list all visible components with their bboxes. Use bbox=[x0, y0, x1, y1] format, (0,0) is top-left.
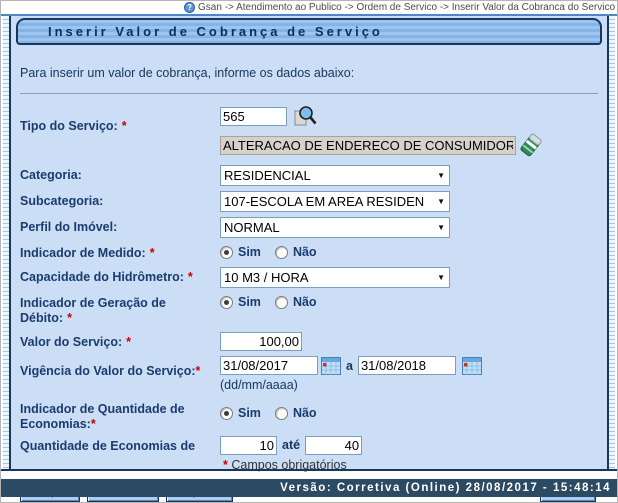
indicador-qtd-economias-sim-label: Sim bbox=[238, 406, 261, 420]
row-categoria: Categoria: RESIDENCIAL ▼ bbox=[20, 165, 602, 186]
row-qtd-economias: Quantidade de Economias de até bbox=[20, 436, 602, 455]
required-fields-note: * Campos obrigatórios bbox=[223, 458, 602, 472]
chevron-down-icon: ▼ bbox=[437, 197, 445, 206]
capacidade-hidrometro-select[interactable]: 10 M3 / HORA ▼ bbox=[220, 267, 450, 288]
qtd-economias-ate-label: até bbox=[282, 438, 300, 452]
required-asterisk: * bbox=[150, 246, 155, 260]
row-indicador-geracao-debito: Indicador de Geração de Débito:* Sim Não bbox=[20, 293, 602, 325]
vigencia-fim-input[interactable] bbox=[358, 356, 456, 375]
version-bar: Versão: Corretiva (Online) 28/08/2017 - … bbox=[1, 479, 617, 497]
indicador-medido-nao-radio[interactable] bbox=[275, 246, 288, 259]
indicador-medido-sim-label: Sim bbox=[238, 245, 261, 259]
required-fields-note-text: Campos obrigatórios bbox=[231, 458, 346, 472]
perfil-imovel-select[interactable]: NORMAL ▼ bbox=[220, 217, 450, 238]
capacidade-hidrometro-select-value: 10 M3 / HORA bbox=[224, 270, 309, 285]
required-asterisk: * bbox=[196, 364, 201, 378]
indicador-qtd-economias-nao-label: Não bbox=[293, 406, 317, 420]
vigencia-inicio-input[interactable] bbox=[220, 356, 318, 375]
breadcrumb-bar: ? Gsan -> Atendimento ao Publico -> Orde… bbox=[1, 1, 617, 14]
calendar-icon[interactable] bbox=[321, 357, 341, 375]
version-text: Versão: Corretiva (Online) 28/08/2017 - … bbox=[280, 482, 611, 494]
chevron-down-icon: ▼ bbox=[437, 273, 445, 282]
row-subcategoria: Subcategoria: 107-ESCOLA EM AREA RESIDEN… bbox=[20, 191, 602, 212]
row-tipo-servico: Tipo do Serviço: * bbox=[20, 104, 602, 158]
indicador-qtd-economias-label: Indicador de Quantidade de Economias:* bbox=[20, 399, 220, 431]
date-format-hint: (dd/mm/aaaa) bbox=[220, 378, 298, 392]
indicador-medido-label-text: Indicador de Medido: bbox=[20, 246, 146, 260]
categoria-label: Categoria: bbox=[20, 165, 220, 182]
gsan-window: ? Gsan -> Atendimento ao Publico -> Orde… bbox=[0, 0, 618, 503]
search-icon[interactable] bbox=[293, 104, 317, 128]
tipo-servico-description-field bbox=[220, 136, 516, 155]
row-valor-servico: Valor do Serviço: * bbox=[20, 332, 602, 351]
row-indicador-qtd-economias: Indicador de Quantidade de Economias:* S… bbox=[20, 399, 602, 431]
tipo-servico-label-text: Tipo do Serviço: bbox=[20, 119, 118, 133]
categoria-select-value: RESIDENCIAL bbox=[224, 168, 311, 183]
page-title-bar: Inserir Valor de Cobrança de Serviço bbox=[16, 18, 602, 45]
required-asterisk: * bbox=[126, 335, 131, 349]
eraser-icon[interactable] bbox=[519, 132, 543, 158]
left-decorative-edge bbox=[1, 16, 11, 469]
indicador-medido-sim-radio[interactable] bbox=[220, 246, 233, 259]
indicador-geracao-debito-nao-label: Não bbox=[293, 295, 317, 309]
row-indicador-medido: Indicador de Medido: * Sim Não bbox=[20, 243, 602, 260]
indicador-qtd-economias-label-text: Indicador de Quantidade de Economias: bbox=[20, 402, 185, 430]
perfil-imovel-select-value: NORMAL bbox=[224, 220, 280, 235]
date-range-separator: a bbox=[346, 359, 353, 373]
capacidade-hidrometro-label: Capacidade do Hidrômetro: * bbox=[20, 267, 220, 284]
required-asterisk: * bbox=[91, 417, 96, 431]
required-asterisk: * bbox=[188, 270, 193, 284]
chevron-down-icon: ▼ bbox=[437, 171, 445, 180]
subcategoria-select-value: 107-ESCOLA EM AREA RESIDEN bbox=[224, 194, 424, 209]
help-icon[interactable]: ? bbox=[184, 2, 195, 13]
vigencia-label-text: Vigência do Valor do Serviço: bbox=[20, 364, 196, 378]
subcategoria-label: Subcategoria: bbox=[20, 191, 220, 208]
required-asterisk: * bbox=[122, 119, 127, 133]
subcategoria-select[interactable]: 107-ESCOLA EM AREA RESIDEN ▼ bbox=[220, 191, 450, 212]
indicador-geracao-debito-label-text: Indicador de Geração de Débito: bbox=[20, 296, 166, 324]
indicador-geracao-debito-sim-radio[interactable] bbox=[220, 296, 233, 309]
page-title: Inserir Valor de Cobrança de Serviço bbox=[48, 24, 383, 39]
row-perfil-imovel: Perfil do Imóvel: NORMAL ▼ bbox=[20, 217, 602, 238]
tipo-servico-code-input[interactable] bbox=[220, 107, 287, 126]
chevron-down-icon: ▼ bbox=[437, 223, 445, 232]
tipo-servico-label: Tipo do Serviço: * bbox=[20, 104, 220, 133]
intro-text: Para inserir um valor de cobrança, infor… bbox=[20, 66, 602, 80]
divider bbox=[20, 93, 598, 94]
required-asterisk: * bbox=[67, 311, 72, 325]
indicador-qtd-economias-nao-radio[interactable] bbox=[275, 407, 288, 420]
perfil-imovel-label: Perfil do Imóvel: bbox=[20, 217, 220, 234]
qtd-economias-ate-input[interactable] bbox=[305, 436, 362, 455]
required-asterisk: * bbox=[223, 458, 228, 472]
tipo-servico-code-group bbox=[220, 104, 317, 128]
indicador-medido-label: Indicador de Medido: * bbox=[20, 243, 220, 260]
indicador-geracao-debito-nao-radio[interactable] bbox=[275, 296, 288, 309]
tipo-servico-name-group bbox=[220, 132, 543, 158]
right-decorative-edge bbox=[607, 16, 617, 469]
indicador-geracao-debito-sim-label: Sim bbox=[238, 295, 261, 309]
vigencia-date-group: a bbox=[220, 356, 482, 375]
main-frame: Inserir Valor de Cobrança de Serviço Par… bbox=[1, 14, 617, 471]
valor-servico-input[interactable] bbox=[220, 332, 302, 351]
row-capacidade-hidrometro: Capacidade do Hidrômetro: * 10 M3 / HORA … bbox=[20, 267, 602, 288]
vigencia-label: Vigência do Valor do Serviço:* bbox=[20, 356, 220, 378]
indicador-qtd-economias-sim-radio[interactable] bbox=[220, 407, 233, 420]
qtd-economias-label: Quantidade de Economias de bbox=[20, 436, 220, 453]
valor-servico-label: Valor do Serviço: * bbox=[20, 332, 220, 349]
indicador-medido-nao-label: Não bbox=[293, 245, 317, 259]
breadcrumb: Gsan -> Atendimento ao Publico -> Ordem … bbox=[198, 2, 615, 13]
row-vigencia: Vigência do Valor do Serviço:* bbox=[20, 356, 602, 392]
calendar-icon[interactable] bbox=[462, 357, 482, 375]
indicador-geracao-debito-label: Indicador de Geração de Débito:* bbox=[20, 293, 220, 325]
form-panel: Inserir Valor de Cobrança de Serviço Par… bbox=[11, 16, 607, 469]
qtd-economias-de-input[interactable] bbox=[220, 436, 277, 455]
categoria-select[interactable]: RESIDENCIAL ▼ bbox=[220, 165, 450, 186]
capacidade-hidrometro-label-text: Capacidade do Hidrômetro: bbox=[20, 270, 184, 284]
valor-servico-label-text: Valor do Serviço: bbox=[20, 335, 122, 349]
